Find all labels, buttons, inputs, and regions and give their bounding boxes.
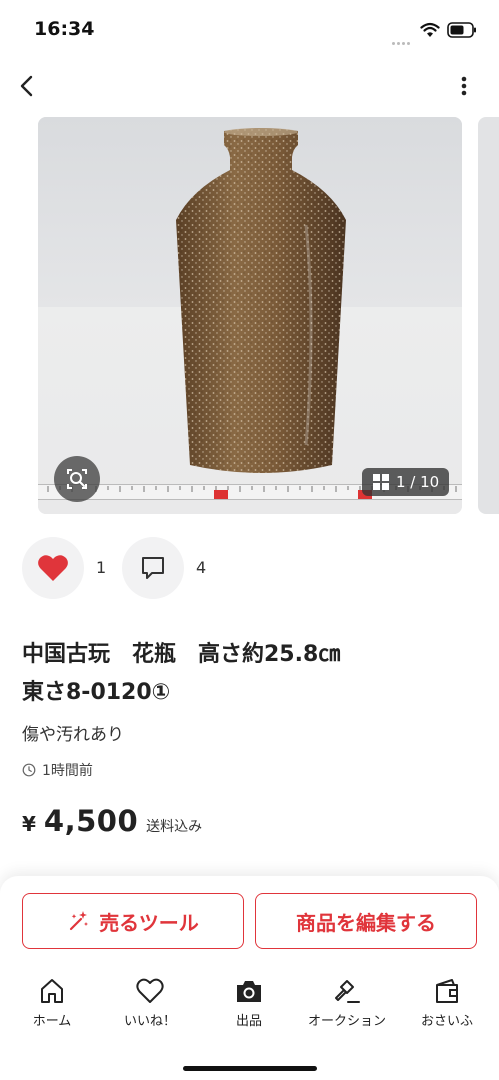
comment-count: 4 — [196, 558, 207, 577]
wifi-icon — [420, 22, 440, 37]
heart-icon — [38, 555, 68, 581]
magic-wand-icon — [70, 911, 89, 931]
nav-sell-label: 出品 — [235, 1014, 262, 1029]
image-search-icon — [67, 469, 87, 489]
vase-photo — [176, 128, 346, 473]
bottom-nav: ホーム いいね！ 出品 オークション おさいふ — [0, 970, 499, 1040]
more-vertical-icon[interactable] — [452, 72, 476, 100]
nav-home-label: ホーム — [32, 1014, 72, 1029]
next-image-preview[interactable] — [478, 117, 499, 514]
top-bar — [0, 64, 499, 110]
nav-auction-label: オークション — [307, 1014, 386, 1029]
gavel-icon — [335, 980, 360, 1003]
home-icon — [41, 979, 63, 1003]
nav-wallet-label: おさいふ — [420, 1014, 473, 1029]
image-search-button[interactable] — [54, 456, 100, 502]
shipping-label: 送料込み — [146, 819, 203, 835]
status-bar: 16:34 — [0, 0, 499, 56]
like-count: 1 — [96, 558, 107, 577]
status-time: 16:34 — [34, 18, 95, 40]
edit-item-label: 商品を編集する — [296, 910, 436, 935]
sell-tool-button[interactable]: 売るツール — [22, 893, 244, 949]
item-price: ¥ 4,500 送料込み — [22, 804, 202, 838]
nav-home[interactable]: ホーム — [7, 970, 97, 1034]
nav-sell[interactable]: 出品 — [204, 970, 294, 1034]
price-amount: 4,500 — [43, 804, 139, 838]
time-ago-text: 1時間前 — [42, 763, 93, 779]
grid-icon — [373, 474, 389, 490]
item-title: 中国古玩 花瓶 高さ約25.8㎝ 東さ8-0120① — [22, 636, 482, 712]
camera-icon — [237, 981, 261, 1002]
listing-time: 1時間前 — [22, 760, 93, 780]
item-title-line2: 東さ8-0120① — [22, 680, 171, 705]
chevron-left-icon[interactable] — [14, 72, 42, 100]
item-title-line1: 中国古玩 花瓶 高さ約25.8㎝ — [22, 642, 341, 667]
comment-icon — [142, 557, 164, 579]
comment-button[interactable] — [122, 537, 184, 599]
nav-likes-label: いいね！ — [123, 1014, 176, 1029]
nav-wallet[interactable]: おさいふ — [402, 970, 492, 1034]
signal-icon — [392, 30, 414, 45]
wallet-icon — [436, 979, 458, 1003]
clock-icon — [22, 763, 36, 777]
image-counter-text: 1 / 10 — [396, 473, 440, 491]
nav-auction[interactable]: オークション — [302, 970, 392, 1034]
nav-likes[interactable]: いいね！ — [105, 970, 195, 1034]
battery-icon — [447, 22, 476, 38]
like-button[interactable] — [22, 537, 84, 599]
sell-tool-label: 売るツール — [99, 910, 199, 935]
product-image[interactable] — [38, 117, 462, 514]
heart-outline-icon — [136, 978, 164, 1003]
image-counter[interactable]: 1 / 10 — [362, 468, 450, 496]
edit-item-button[interactable]: 商品を編集する — [255, 893, 477, 949]
price-currency: ¥ — [22, 812, 36, 836]
item-condition: 傷や汚れあり — [22, 725, 124, 745]
home-indicator — [183, 1066, 317, 1071]
